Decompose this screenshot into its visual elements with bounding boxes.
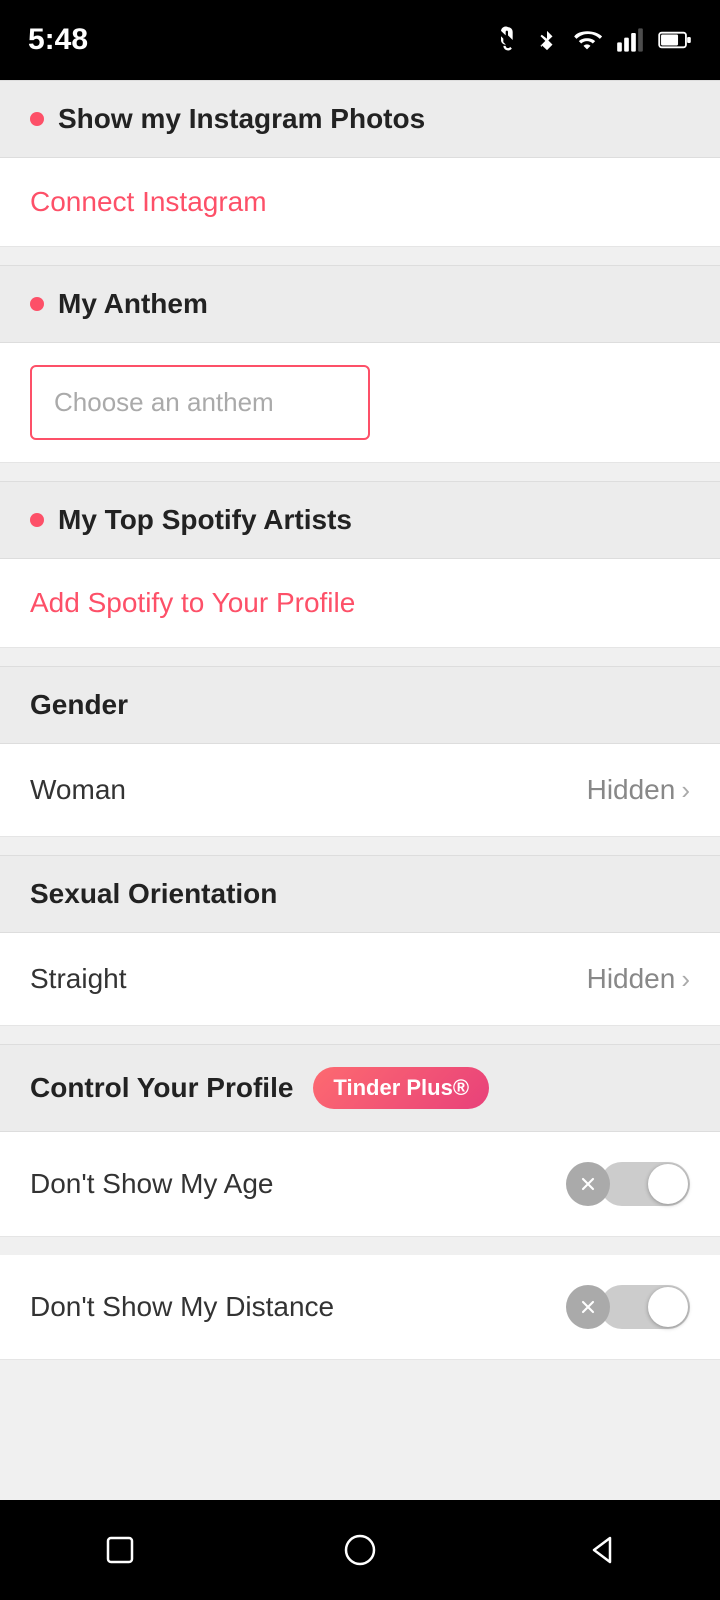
spotify-dot <box>30 513 44 527</box>
spacer-1 <box>0 247 720 265</box>
anthem-title: My Anthem <box>58 288 208 320</box>
toggle-age-track[interactable] <box>600 1162 690 1206</box>
status-time: 5:48 <box>28 23 88 57</box>
sexual-orientation-row[interactable]: Straight Hidden › <box>0 933 720 1026</box>
anthem-dot <box>30 297 44 311</box>
nav-recent-apps-button[interactable] <box>100 1530 140 1570</box>
connect-instagram-row[interactable]: Connect Instagram <box>0 158 720 247</box>
dont-show-age-label: Don't Show My Age <box>30 1168 273 1200</box>
control-profile-title: Control Your Profile <box>30 1072 293 1104</box>
anthem-input[interactable]: Choose an anthem <box>30 365 370 440</box>
spacer-3 <box>0 648 720 666</box>
sexual-orientation-title: Sexual Orientation <box>30 878 277 910</box>
instagram-title: Show my Instagram Photos <box>58 103 425 135</box>
spotify-title: My Top Spotify Artists <box>58 504 352 536</box>
spacer-7 <box>0 1360 720 1500</box>
add-spotify-row[interactable]: Add Spotify to Your Profile <box>0 559 720 648</box>
toggle-distance-x-icon[interactable] <box>566 1285 610 1329</box>
toggle-age-x-icon[interactable] <box>566 1162 610 1206</box>
status-bar: 5:48 <box>0 0 720 80</box>
gender-row[interactable]: Woman Hidden › <box>0 744 720 837</box>
wifi-icon <box>572 26 602 54</box>
gender-title: Gender <box>30 689 128 721</box>
add-spotify-link[interactable]: Add Spotify to Your Profile <box>30 587 355 618</box>
nav-back-button[interactable] <box>580 1530 620 1570</box>
dont-show-distance-toggle[interactable] <box>566 1285 690 1329</box>
mute-icon <box>494 26 522 54</box>
control-profile-section-header: Control Your Profile Tinder Plus® <box>0 1044 720 1132</box>
sexual-orientation-chevron: › <box>681 964 690 995</box>
dont-show-age-row: Don't Show My Age <box>0 1132 720 1237</box>
toggle-distance-thumb <box>648 1287 688 1327</box>
spotify-section-header: My Top Spotify Artists <box>0 481 720 559</box>
sexual-orientation-visibility[interactable]: Hidden › <box>587 963 690 995</box>
bottom-nav <box>0 1500 720 1600</box>
gender-visibility[interactable]: Hidden › <box>587 774 690 806</box>
dont-show-distance-label: Don't Show My Distance <box>30 1291 334 1323</box>
spacer-2 <box>0 463 720 481</box>
nav-home-button[interactable] <box>340 1530 380 1570</box>
status-icons <box>494 26 692 54</box>
signal-icon <box>616 26 644 54</box>
main-content: Show my Instagram Photos Connect Instagr… <box>0 80 720 1500</box>
anthem-input-wrapper: Choose an anthem <box>0 343 720 463</box>
gender-section-header: Gender <box>0 666 720 744</box>
tinder-plus-badge: Tinder Plus® <box>313 1067 489 1109</box>
spacer-6 <box>0 1237 720 1255</box>
anthem-section-header: My Anthem <box>0 265 720 343</box>
sexual-orientation-section-header: Sexual Orientation <box>0 855 720 933</box>
dont-show-distance-row: Don't Show My Distance <box>0 1255 720 1360</box>
battery-icon <box>658 26 692 54</box>
toggle-distance-track[interactable] <box>600 1285 690 1329</box>
sexual-orientation-value: Straight <box>30 963 127 995</box>
gender-chevron: › <box>681 775 690 806</box>
gender-value: Woman <box>30 774 126 806</box>
instagram-section-header: Show my Instagram Photos <box>0 80 720 158</box>
instagram-dot <box>30 112 44 126</box>
spacer-4 <box>0 837 720 855</box>
anthem-placeholder: Choose an anthem <box>54 387 274 417</box>
bluetooth-icon <box>536 26 558 54</box>
spacer-5 <box>0 1026 720 1044</box>
connect-instagram-link[interactable]: Connect Instagram <box>30 186 267 217</box>
dont-show-age-toggle[interactable] <box>566 1162 690 1206</box>
toggle-age-thumb <box>648 1164 688 1204</box>
